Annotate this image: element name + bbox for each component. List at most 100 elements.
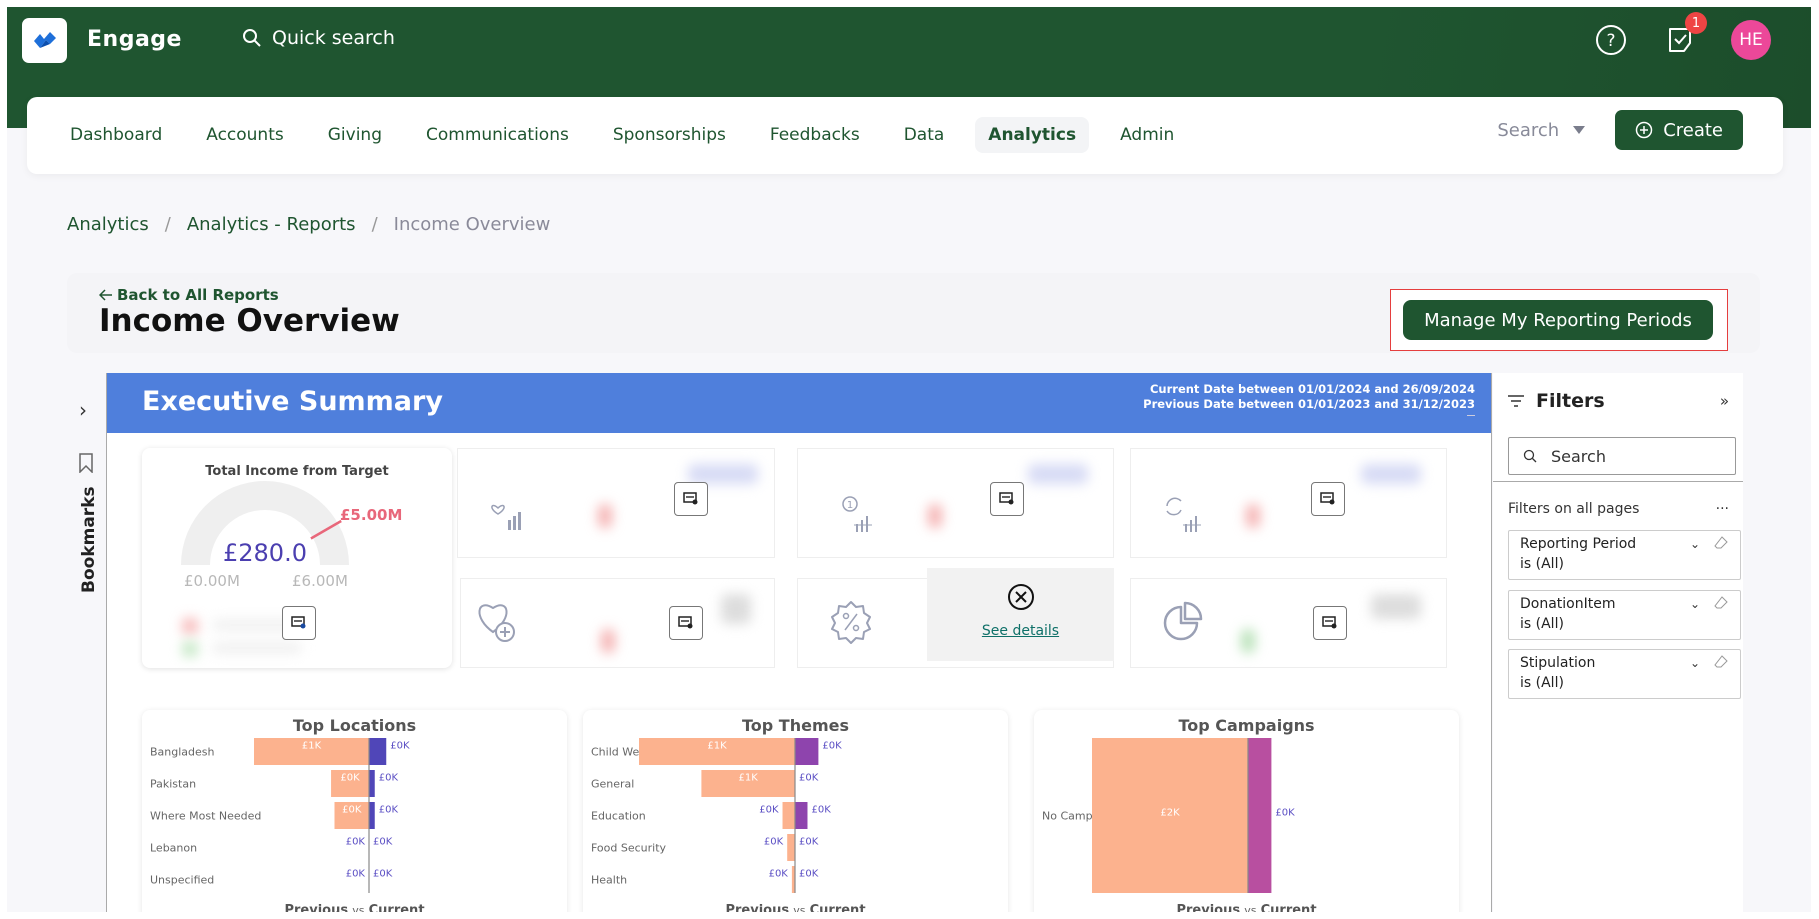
footer-previous: Previous (1176, 903, 1241, 912)
nav-item-giving[interactable]: Giving (315, 117, 395, 153)
nav-item-feedbacks[interactable]: Feedbacks (757, 117, 873, 153)
filter-card-reporting-period[interactable]: Reporting Period is (All) ⌄ (1508, 530, 1741, 580)
bar-current[interactable] (369, 770, 375, 797)
nav-item-sponsorships[interactable]: Sponsorships (600, 117, 739, 153)
bar-current[interactable] (369, 802, 375, 829)
data-label-current: £0K (379, 805, 399, 816)
data-label-previous: £0K (764, 837, 784, 848)
expand-bookmarks-chevron-icon[interactable]: › (79, 398, 87, 422)
error-x-circle-icon (1008, 584, 1034, 610)
filters-header: Filters (1508, 390, 1605, 412)
nav-item-analytics[interactable]: Analytics (975, 117, 1090, 153)
bar-previous[interactable] (782, 802, 795, 829)
page-header: Back to All Reports Income Overview Mana… (67, 273, 1760, 353)
executive-summary-header: Executive Summary Current Date between 0… (107, 373, 1491, 433)
category-label: Health (591, 874, 627, 887)
eraser-icon[interactable] (1714, 596, 1728, 610)
pie-chart-icon (1163, 601, 1203, 641)
breadcrumb-analytics-reports[interactable]: Analytics - Reports (187, 214, 356, 235)
chart-plot: Bangladesh £1K £0K Pakistan £0K £0K Where Most… (150, 738, 410, 893)
footer-current: Current (368, 903, 425, 912)
eraser-icon[interactable] (1714, 536, 1728, 550)
nav-item-accounts[interactable]: Accounts (193, 117, 297, 153)
data-label-previous: £0K (769, 869, 789, 880)
data-label-current: £0K (1275, 808, 1295, 819)
blurred-indicator (928, 504, 942, 528)
kpi-card (1130, 578, 1447, 668)
data-label-previous: £0K (342, 805, 362, 816)
arrow-left-icon (99, 289, 112, 301)
category-label: Unspecified (150, 874, 214, 887)
see-details-link[interactable]: See details (927, 623, 1114, 639)
create-button[interactable]: Create (1615, 110, 1743, 150)
percent-badge-icon (831, 601, 871, 644)
eraser-icon[interactable] (1714, 655, 1728, 669)
back-to-reports-link[interactable]: Back to All Reports (99, 286, 279, 304)
chart-footer: Previous vs Current (583, 903, 1008, 912)
filter-card-donation-item[interactable]: DonationItem is (All) ⌄ (1508, 590, 1741, 640)
notification-badge: 1 (1685, 12, 1707, 34)
breadcrumb-analytics[interactable]: Analytics (67, 214, 149, 235)
manage-reporting-periods-button[interactable]: Manage My Reporting Periods (1403, 300, 1713, 340)
bar-current[interactable] (1248, 738, 1272, 893)
bookmark-button[interactable] (79, 453, 93, 477)
chevron-down-icon[interactable]: ⌄ (1690, 597, 1700, 611)
previous-date-range: Previous Date between 01/01/2023 and 31/… (1143, 397, 1475, 411)
filters-pane: Filters » Search Filters on all pages ..… (1493, 373, 1743, 912)
nav-item-data[interactable]: Data (891, 117, 958, 153)
quick-search[interactable]: Quick search (242, 27, 395, 49)
create-label: Create (1663, 119, 1723, 141)
bar-current[interactable] (795, 738, 819, 765)
chevron-down-icon[interactable]: ⌄ (1690, 656, 1700, 670)
certified-button[interactable] (1313, 606, 1347, 640)
chart-plot: Child Welfare £1K £0KGeneral £1K £0KEducatio… (591, 738, 842, 893)
gauge-target-label: £5.00M (340, 506, 402, 524)
chart-plot: No Campaign £2K £0K (1042, 738, 1295, 893)
certified-button[interactable] (282, 606, 316, 640)
gauge-min-label: £0.00M (184, 572, 240, 590)
certified-button[interactable] (1311, 482, 1345, 516)
chevron-down-icon[interactable]: ⌄ (1690, 537, 1700, 551)
blurred-indicator (182, 618, 198, 634)
filters-more-options[interactable]: ... (1716, 497, 1729, 513)
help-button[interactable]: ? (1591, 20, 1631, 60)
nav-item-admin[interactable]: Admin (1107, 117, 1187, 153)
certificate-icon (1322, 616, 1337, 629)
breadcrumb-current: Income Overview (393, 214, 551, 235)
category-label: Education (591, 810, 646, 823)
data-label-current: £0K (811, 805, 831, 816)
filter-card-stipulation[interactable]: Stipulation is (All) ⌄ (1508, 649, 1741, 699)
bar-previous[interactable] (787, 834, 795, 861)
blurred-indicator (1241, 629, 1255, 653)
visual-error-panel: See details (927, 568, 1114, 661)
search-icon (1523, 449, 1537, 463)
data-label-current: £0K (379, 773, 399, 784)
category-label: General (591, 778, 634, 791)
gauge-value: £280.0 (223, 539, 307, 567)
nav-item-dashboard[interactable]: Dashboard (57, 117, 175, 153)
certified-button[interactable] (990, 482, 1024, 516)
filters-search-input[interactable]: Search (1508, 437, 1736, 475)
certificate-icon (678, 616, 693, 629)
bookmarks-label[interactable]: Bookmarks (79, 486, 99, 593)
filters-title: Filters (1536, 390, 1605, 412)
certified-button[interactable] (674, 482, 708, 516)
bar-current[interactable] (369, 738, 387, 765)
app-logo[interactable] (22, 18, 67, 63)
breadcrumb-separator: / (164, 214, 171, 235)
certified-button[interactable] (669, 606, 703, 640)
nav-search-dropdown[interactable]: Search (1497, 119, 1586, 141)
user-avatar[interactable]: HE (1731, 20, 1771, 60)
footer-current: Current (809, 903, 866, 912)
blurred-value (1028, 464, 1088, 484)
kpi-card: 1 (797, 448, 1114, 558)
collapse-filters-chevron-icon[interactable]: » (1720, 392, 1729, 410)
nav-item-communications[interactable]: Communications (413, 117, 582, 153)
filters-section-label: Filters on all pages (1508, 501, 1640, 517)
category-label: Bangladesh (150, 746, 215, 759)
bar-current[interactable] (795, 802, 808, 829)
nav-search-label: Search (1497, 119, 1560, 141)
tasks-button[interactable]: 1 (1661, 12, 1707, 60)
data-label-previous: £0K (346, 869, 366, 880)
certificate-icon (683, 492, 698, 505)
